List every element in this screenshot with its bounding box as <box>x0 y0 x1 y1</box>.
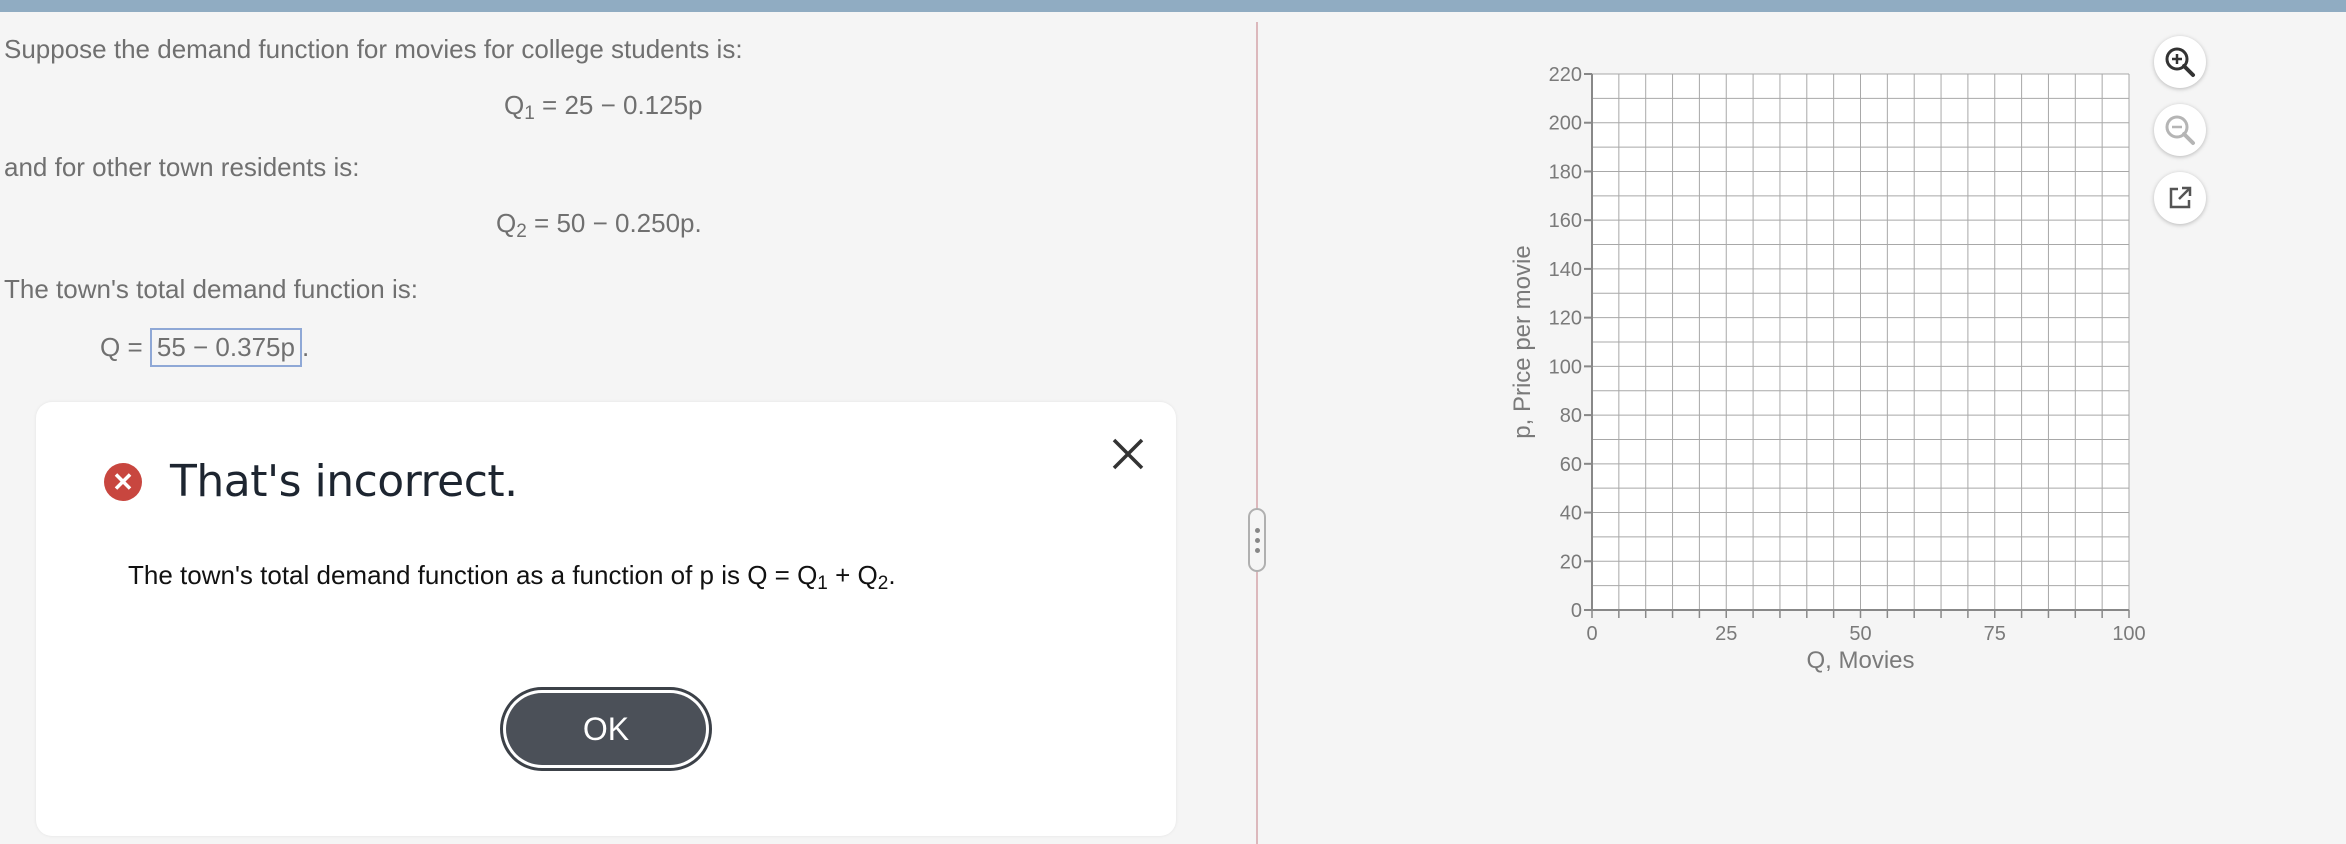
error-x-icon: ✕ <box>104 463 142 501</box>
pane-divider <box>1256 22 1258 844</box>
dialog-title: That's incorrect. <box>170 456 518 507</box>
y-tick-label: 0 <box>1571 600 1582 622</box>
pop-out-button[interactable] <box>2154 172 2206 224</box>
zoom-in-icon <box>2165 47 2195 77</box>
answer-prefix: Q = <box>100 332 143 362</box>
y-tick-label: 80 <box>1560 405 1582 427</box>
x-tick-label: 50 <box>1849 623 1871 645</box>
zoom-out-icon <box>2165 115 2195 145</box>
answer-suffix: . <box>301 332 310 362</box>
ok-button-label: OK <box>506 693 706 765</box>
close-dialog-button[interactable] <box>1106 432 1150 476</box>
total-demand-label: The town's total demand function is: <box>4 274 418 304</box>
y-tick-label: 120 <box>1549 308 1582 330</box>
y-tick-label: 220 <box>1549 64 1582 86</box>
pane-resize-handle[interactable] <box>1248 508 1266 572</box>
close-icon <box>1112 438 1144 470</box>
dialog-message: The town's total demand function as a fu… <box>128 560 896 594</box>
y-tick-label: 180 <box>1549 161 1582 183</box>
ok-button[interactable]: OK <box>500 687 712 771</box>
y-axis-label: p, Price per movie <box>1509 245 1536 438</box>
answer-input[interactable]: 55 − 0.375p <box>149 328 302 367</box>
feedback-dialog: ✕ That's incorrect. The town's total dem… <box>36 402 1176 836</box>
x-axis-label: Q, Movies <box>1806 647 1914 674</box>
x-tick-label: 0 <box>1586 623 1597 645</box>
zoom-out-button[interactable] <box>2154 104 2206 156</box>
question-mid: and for other town residents is: <box>4 152 360 182</box>
y-tick-label: 140 <box>1549 259 1582 281</box>
top-bar <box>0 0 2346 12</box>
zoom-in-button[interactable] <box>2154 36 2206 88</box>
graph-panel: 0 25 50 75 100 0 20 40 60 80 100 120 140 160 180 200 22… <box>1509 64 2146 674</box>
x-tick-label: 75 <box>1984 623 2006 645</box>
y-tick-label: 160 <box>1549 210 1582 232</box>
y-tick-labels: 0 20 40 60 80 100 120 140 160 180 200 220 <box>1549 64 1592 622</box>
y-tick-label: 100 <box>1549 356 1582 378</box>
x-tick-labels: 0 25 50 75 100 <box>1586 610 2146 645</box>
x-tick-label: 100 <box>2112 623 2145 645</box>
equation-students: Q1 = 25 − 0.125p <box>504 90 703 124</box>
y-tick-label: 20 <box>1560 551 1582 573</box>
y-tick-label: 40 <box>1560 503 1582 525</box>
y-tick-label: 60 <box>1560 454 1582 476</box>
answer-row: Q = 55 − 0.375p. <box>100 328 309 367</box>
pop-out-icon <box>2169 186 2192 209</box>
y-tick-label: 200 <box>1549 113 1582 135</box>
question-intro: Suppose the demand function for movies f… <box>4 34 743 64</box>
equation-residents: Q2 = 50 − 0.250p. <box>496 208 702 242</box>
graph-grid <box>1591 73 2130 611</box>
x-tick-label: 25 <box>1715 623 1737 645</box>
